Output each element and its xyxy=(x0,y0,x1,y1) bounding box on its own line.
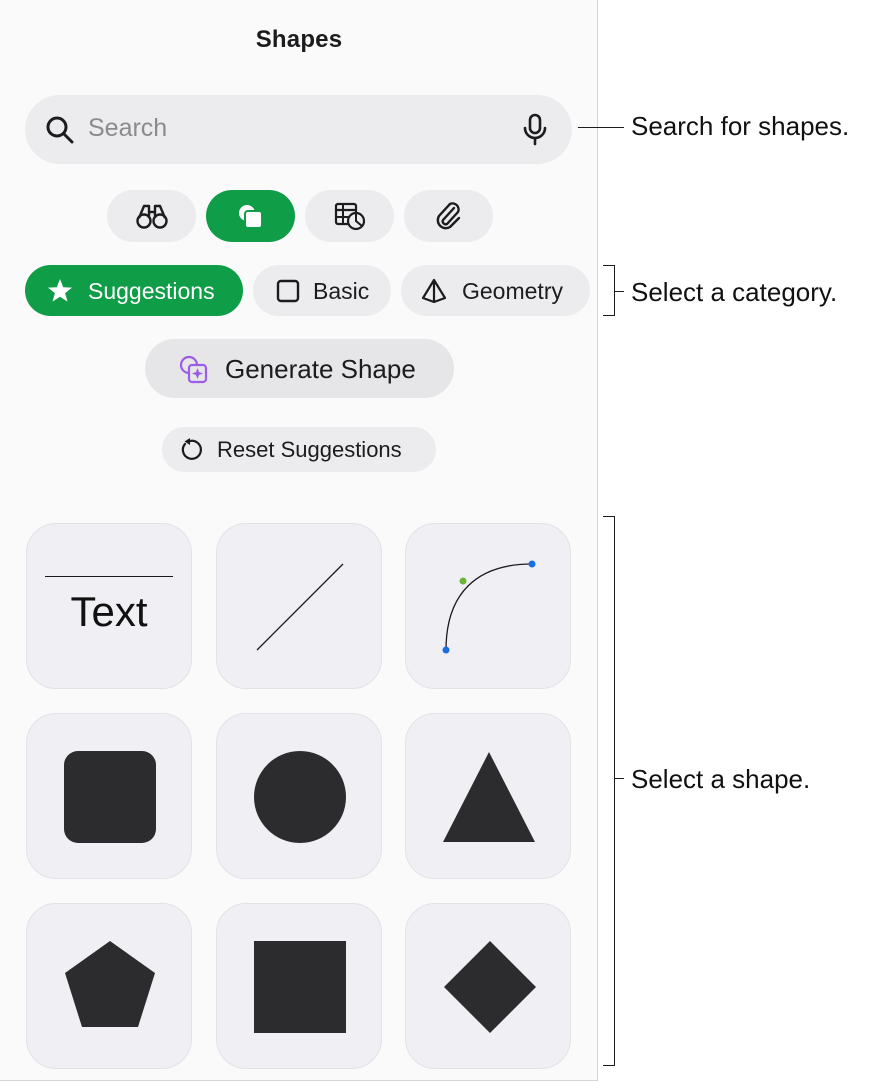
callout-bracket-category-top xyxy=(603,265,615,266)
tab-tables-charts[interactable] xyxy=(305,190,394,242)
reset-suggestions-label: Reset Suggestions xyxy=(217,437,402,462)
callout-bracket-shape-bottom xyxy=(603,1065,615,1066)
text-shape-label: Text xyxy=(70,588,148,635)
shape-tile-diamond[interactable] xyxy=(405,903,571,1069)
shape-tile-text[interactable]: Text xyxy=(26,523,192,689)
shapes-icon xyxy=(239,205,263,229)
callout-leader-category xyxy=(614,291,624,292)
rounded-square-shape xyxy=(64,751,156,843)
callout-bracket-shape xyxy=(614,516,615,1066)
curve-shape xyxy=(442,560,536,654)
shape-tile-triangle[interactable] xyxy=(405,713,571,879)
category-label: Suggestions xyxy=(88,278,215,304)
panel-title: Shapes xyxy=(255,26,343,53)
callout-bracket-category-bottom xyxy=(603,315,615,316)
tab-media[interactable] xyxy=(404,190,493,242)
circle-shape xyxy=(254,751,346,843)
shape-tile-pentagon[interactable] xyxy=(26,903,192,1069)
generate-shape-label: Generate Shape xyxy=(225,354,416,384)
microphone-icon[interactable] xyxy=(521,113,549,147)
text-rule xyxy=(45,576,173,577)
generate-shape-icon xyxy=(179,355,208,384)
diamond-shape xyxy=(444,941,536,1033)
triangle-shape xyxy=(443,752,535,842)
shape-tile-circle[interactable] xyxy=(216,713,382,879)
callout-shape: Select a shape. xyxy=(631,764,811,794)
pentagon-shape xyxy=(65,941,155,1027)
search-placeholder: Search xyxy=(88,114,168,142)
category-suggestions[interactable]: Suggestions xyxy=(25,265,243,316)
callout-bracket-shape-top xyxy=(603,516,615,517)
callout-search: Search for shapes. xyxy=(631,111,850,141)
binoculars-icon xyxy=(136,204,168,229)
callout-category: Select a category. xyxy=(631,277,838,307)
category-label: Geometry xyxy=(462,278,563,304)
reset-suggestions-button[interactable]: Reset Suggestions xyxy=(162,427,436,472)
line-shape xyxy=(256,563,344,651)
paperclip-icon xyxy=(436,202,461,230)
callout-leader-shape xyxy=(614,778,624,779)
shape-tile-line[interactable] xyxy=(216,523,382,689)
callout-leader-search xyxy=(578,127,624,128)
shape-tile-rounded-square[interactable] xyxy=(26,713,192,879)
reset-arrow-icon xyxy=(181,438,202,460)
shape-tile-square[interactable] xyxy=(216,903,382,1069)
category-geometry[interactable]: Geometry xyxy=(401,265,590,316)
generate-shape-button[interactable]: Generate Shape xyxy=(145,339,454,398)
category-basic[interactable]: Basic xyxy=(253,265,391,316)
table-chart-icon xyxy=(334,202,366,231)
search-icon xyxy=(46,116,74,144)
category-label: Basic xyxy=(313,278,370,304)
square-outline-icon xyxy=(276,279,300,303)
tab-shapes[interactable] xyxy=(206,190,295,242)
square-shape xyxy=(254,941,346,1033)
star-icon xyxy=(48,279,72,302)
pyramid-icon xyxy=(421,278,447,304)
shapes-panel: Shapes Search Suggestions Basic Geometry… xyxy=(0,0,598,1081)
tab-find[interactable] xyxy=(107,190,196,242)
search-field[interactable]: Search xyxy=(25,95,572,164)
shape-tile-curve[interactable] xyxy=(405,523,571,689)
